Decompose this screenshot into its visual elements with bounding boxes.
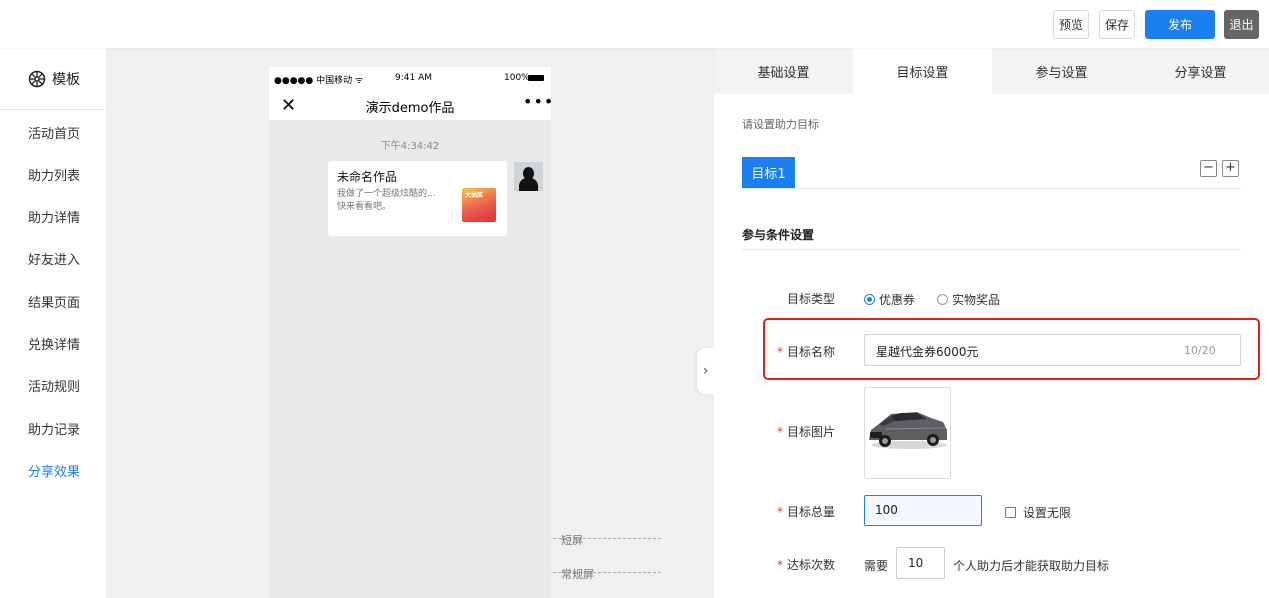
panel-toggle-chevron-icon[interactable]: › (697, 348, 714, 394)
radio-coupon-label: 优惠券 (879, 293, 916, 307)
tab-basic-settings[interactable]: 基础设置 (714, 48, 853, 94)
carrier-text: ●●●●● 中国移动 ᯤ (274, 76, 364, 86)
status-time: 9:41 AM (395, 73, 432, 83)
tab-share-settings[interactable]: 分享设置 (1131, 48, 1269, 94)
radio-coupon[interactable]: 优惠券 (864, 291, 915, 308)
target-quantity-label: * 目标总量 (777, 505, 836, 519)
share-card-thumbnail: 大抽奖 (462, 188, 496, 222)
save-button[interactable]: 保存 (1099, 10, 1135, 39)
sidebar-item-help-records[interactable]: 助力记录 (28, 419, 80, 438)
sidebar-item-redeem-detail[interactable]: 兑换详情 (28, 334, 80, 353)
share-card-desc: 我做了一个超级炫酷的... (337, 189, 436, 199)
sidebar-item-share-effect[interactable]: 分享效果 (28, 461, 80, 480)
reach-count-input[interactable]: 10 (896, 547, 945, 579)
target-image-upload[interactable] (864, 387, 951, 479)
sidebar-item-rules[interactable]: 活动规则 (28, 376, 80, 395)
radio-physical-prize-label: 实物奖品 (952, 293, 1001, 307)
share-card-desc-2: 快来看看吧。 (337, 202, 392, 212)
share-card[interactable]: 未命名作品 我做了一个超级炫酷的... 快来看看吧。 大抽奖 (328, 161, 507, 236)
sidebar-header[interactable]: 模板 (0, 48, 106, 110)
radio-physical-prize[interactable]: 实物奖品 (937, 291, 1000, 308)
target-tab-divider (742, 188, 1241, 189)
checkbox-icon (1005, 507, 1016, 518)
publish-button[interactable]: 发布 (1145, 10, 1215, 39)
remove-target-button[interactable]: − (1200, 160, 1217, 177)
phone-preview: ●●●●● 中国移动 ᯤ 9:41 AM 100% ✕ 演示demo作品 •••… (269, 67, 554, 598)
normal-screen-label: 常规屏 (561, 568, 594, 581)
section-title: 参与条件设置 (742, 228, 815, 242)
unlimited-label: 设置无限 (1023, 506, 1072, 520)
char-counter: 10/20 (1184, 344, 1216, 357)
tab-target-1[interactable]: 目标1 (742, 157, 795, 188)
sidebar-item-help-detail[interactable]: 助力详情 (28, 207, 80, 226)
tab-participate-settings[interactable]: 参与设置 (992, 48, 1131, 94)
reach-prefix: 需要 (864, 559, 889, 573)
phone-status-bar: ●●●●● 中国移动 ᯤ 9:41 AM 100% (269, 67, 551, 89)
radio-checked-icon (864, 294, 875, 305)
reach-count-label: * 达标次数 (777, 558, 836, 572)
section-divider (742, 249, 1241, 250)
left-sidebar: 模板 活动首页 助力列表 助力详情 好友进入 结果页面 兑换详情 活动规则 助力… (0, 48, 106, 598)
settings-tabs: 基础设置 目标设置 参与设置 分享设置 (714, 48, 1269, 94)
target-quantity-input[interactable]: 100 (864, 495, 982, 526)
thumbnail-text: 大抽奖 (465, 192, 484, 199)
top-toolbar: 预览 保存 发布 退出 (0, 0, 1269, 48)
phone-nav-bar: ✕ 演示demo作品 ••• (269, 89, 554, 120)
target-quantity-value: 100 (875, 503, 898, 517)
battery-icon (528, 75, 544, 81)
target-name-label: * 目标名称 (777, 345, 836, 359)
settings-panel: 基础设置 目标设置 参与设置 分享设置 请设置助力目标 目标1 − + 参与条件… (714, 48, 1269, 598)
sidebar-item-help-list[interactable]: 助力列表 (28, 165, 80, 184)
chat-timestamp: 下午4:34:42 (380, 141, 440, 152)
target-name-input[interactable]: 星越代金券6000元 10/20 (864, 334, 1241, 366)
phone-nav-title: 演示demo作品 (365, 101, 455, 116)
reach-count-value: 10 (908, 556, 924, 570)
radio-unchecked-icon (937, 294, 948, 305)
preview-button[interactable]: 预览 (1053, 10, 1089, 39)
wheel-icon (28, 70, 46, 87)
sidebar-item-friend-enter[interactable]: 好友进入 (28, 249, 80, 268)
more-icon[interactable]: ••• (523, 92, 554, 111)
avatar (514, 162, 543, 191)
reach-suffix: 个人助力后才能获取助力目标 (953, 559, 1110, 573)
share-card-title: 未命名作品 (337, 170, 398, 184)
unlimited-checkbox[interactable]: 设置无限 (1005, 504, 1071, 521)
tab-target-settings[interactable]: 目标设置 (853, 48, 992, 94)
exit-button[interactable]: 退出 (1224, 10, 1259, 39)
target-image-label: * 目标图片 (777, 425, 836, 439)
target-hint: 请设置助力目标 (742, 118, 819, 131)
target-name-value: 星越代金券6000元 (876, 345, 979, 359)
target-type-label: 目标类型 (787, 292, 836, 306)
add-target-button[interactable]: + (1222, 160, 1239, 177)
car-image (869, 412, 947, 449)
sidebar-item-activity-home[interactable]: 活动首页 (28, 123, 80, 142)
battery-text: 100% (504, 73, 530, 83)
short-screen-label: 短屏 (561, 534, 583, 547)
sidebar-title: 模板 (52, 71, 80, 88)
sidebar-item-result-page[interactable]: 结果页面 (28, 292, 80, 311)
